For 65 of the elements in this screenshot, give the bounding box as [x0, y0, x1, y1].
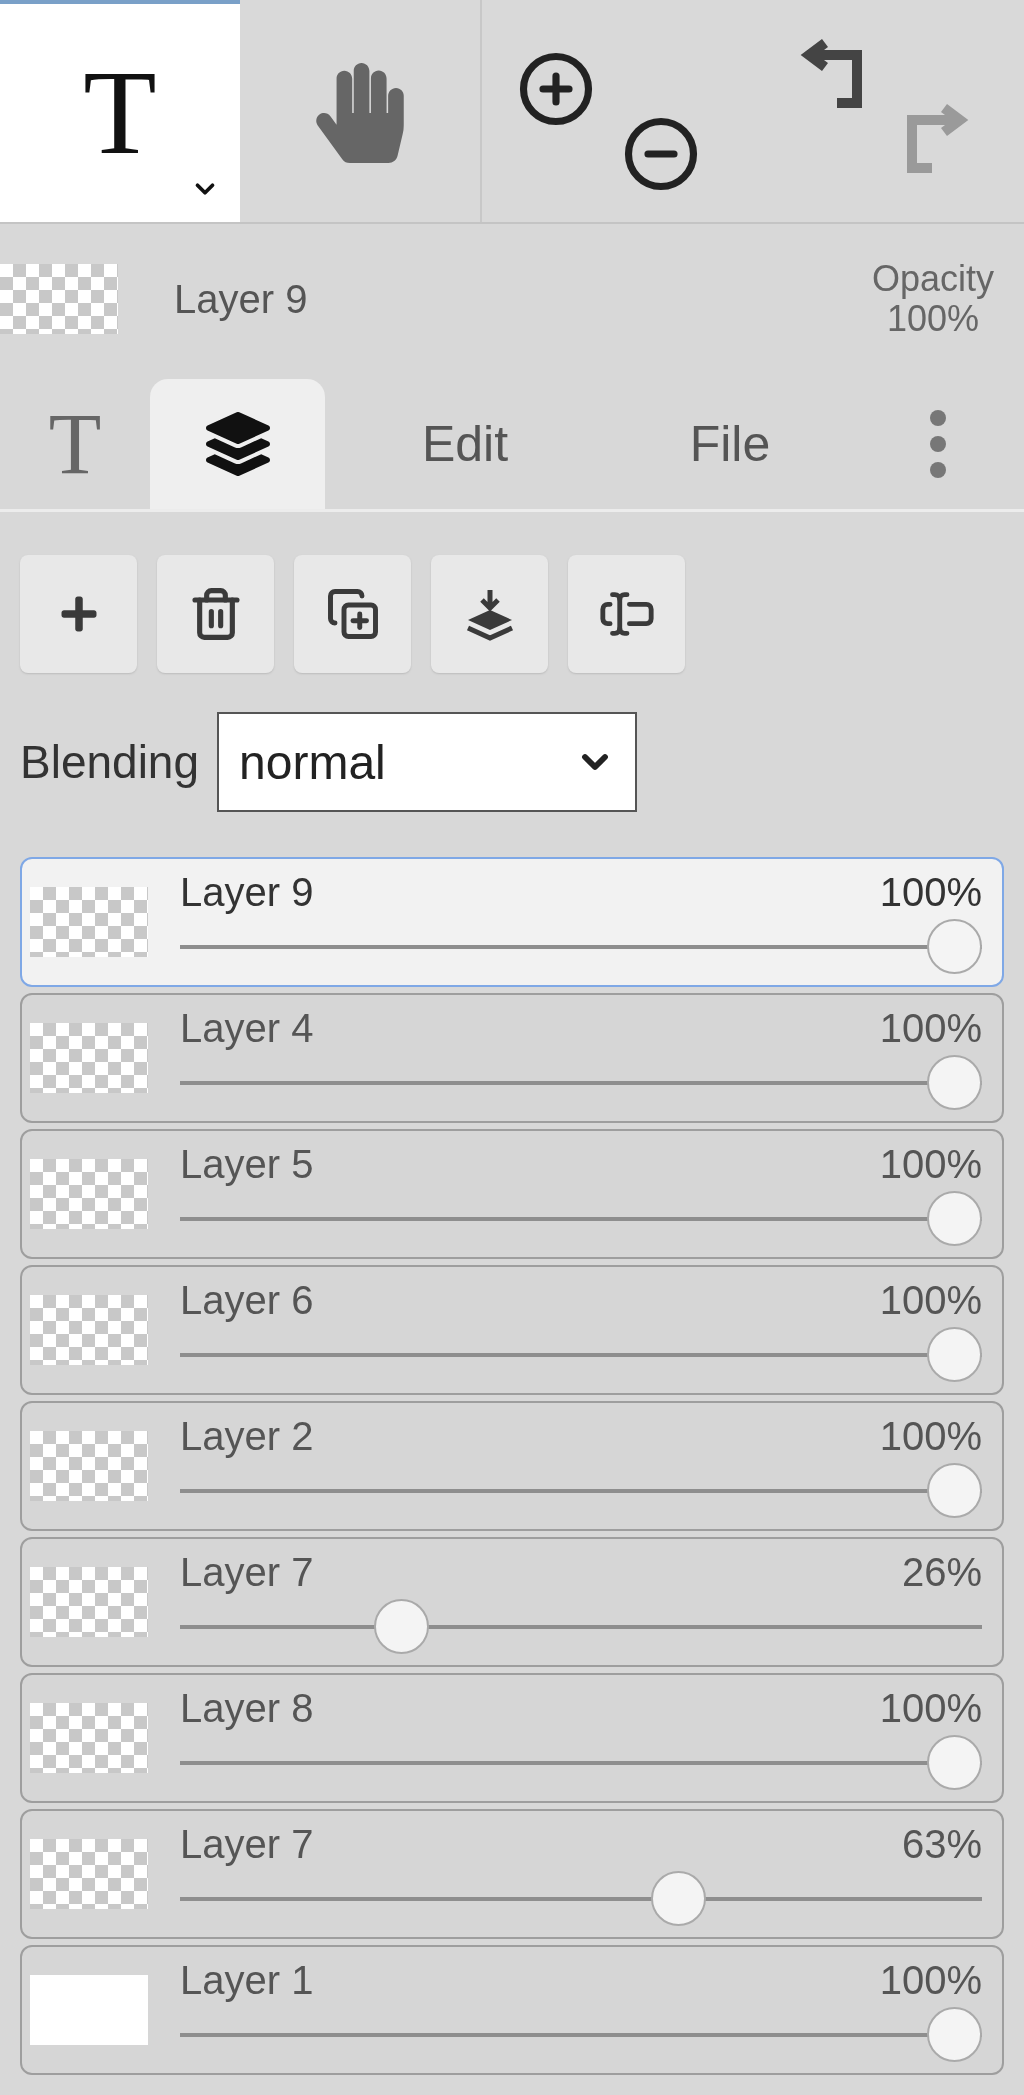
opacity-slider[interactable] [180, 1871, 982, 1926]
opacity-slider[interactable] [180, 919, 982, 974]
more-icon [928, 409, 947, 479]
opacity-value: 100% [879, 1006, 982, 1051]
opacity-value: 100% [879, 1142, 982, 1187]
layer-row[interactable]: Layer 6 100% [20, 1265, 1004, 1395]
zoom-in-button[interactable] [517, 50, 595, 128]
layer-row[interactable]: Layer 9 100% [20, 857, 1004, 987]
layer-name: Layer 1 [180, 1958, 314, 2003]
slider-thumb[interactable] [927, 1735, 982, 1790]
opacity-slider[interactable] [180, 1735, 982, 1790]
layer-name: Layer 4 [180, 1006, 314, 1051]
layer-name: Layer 5 [180, 1142, 314, 1187]
layer-row[interactable]: Layer 7 26% [20, 1537, 1004, 1667]
layer-name: Layer 7 [180, 1550, 314, 1595]
opacity-value: 63% [901, 1822, 982, 1867]
opacity-value: 100% [879, 1686, 982, 1731]
opacity-slider[interactable] [180, 1055, 982, 1110]
text-tool[interactable]: T [0, 0, 240, 222]
add-layer-button[interactable] [20, 555, 137, 673]
layer-name: Layer 6 [180, 1278, 314, 1323]
layer-row[interactable]: Layer 1 100% [20, 1945, 1004, 2075]
slider-thumb[interactable] [927, 1463, 982, 1518]
blending-select[interactable]: normal [217, 712, 638, 812]
merge-layer-button[interactable] [431, 555, 548, 673]
layer-name: Layer 2 [180, 1414, 314, 1459]
layers-tab[interactable] [150, 379, 325, 509]
layer-row[interactable]: Layer 5 100% [20, 1129, 1004, 1259]
delete-layer-button[interactable] [157, 555, 274, 673]
layer-row[interactable]: Layer 4 100% [20, 993, 1004, 1123]
file-tab[interactable]: File [605, 379, 855, 509]
rename-layer-button[interactable] [568, 555, 685, 673]
opacity-value: 100% [879, 1958, 982, 2003]
layer-name: Layer 9 [174, 276, 309, 322]
opacity-slider[interactable] [180, 2007, 982, 2062]
slider-thumb[interactable] [927, 1055, 982, 1110]
text-tab[interactable]: T [0, 379, 150, 509]
opacity-value: 100% [879, 870, 982, 915]
layer-name: Layer 9 [180, 870, 314, 915]
slider-thumb[interactable] [650, 1871, 706, 1926]
layer-row[interactable]: Layer 7 63% [20, 1809, 1004, 1939]
duplicate-icon [325, 587, 380, 641]
layer-row[interactable]: Layer 8 100% [20, 1673, 1004, 1803]
opacity-slider[interactable] [180, 1599, 982, 1654]
opacity-label: Opacity [871, 259, 994, 299]
opacity-value: 100% [886, 299, 979, 339]
opacity-slider[interactable] [180, 1191, 982, 1246]
opacity-slider[interactable] [180, 1327, 982, 1382]
opacity-value: 100% [879, 1278, 982, 1323]
zoom-out-button[interactable] [622, 115, 700, 193]
layer-name: Layer 7 [180, 1822, 314, 1867]
layers-icon [205, 412, 270, 476]
opacity-slider[interactable] [180, 1463, 982, 1518]
layer-row[interactable]: Layer 2 100% [20, 1401, 1004, 1531]
slider-thumb[interactable] [927, 1327, 982, 1382]
slider-thumb[interactable] [927, 919, 982, 974]
slider-thumb[interactable] [927, 1191, 982, 1246]
slider-thumb[interactable] [374, 1599, 430, 1654]
blending-label: Blending [20, 735, 200, 789]
opacity-value: 26% [901, 1550, 982, 1595]
opacity-value: 100% [879, 1414, 982, 1459]
layer-name: Layer 8 [180, 1686, 314, 1731]
duplicate-layer-button[interactable] [294, 555, 411, 673]
slider-thumb[interactable] [927, 2007, 982, 2062]
edit-tab[interactable]: Edit [325, 379, 605, 509]
